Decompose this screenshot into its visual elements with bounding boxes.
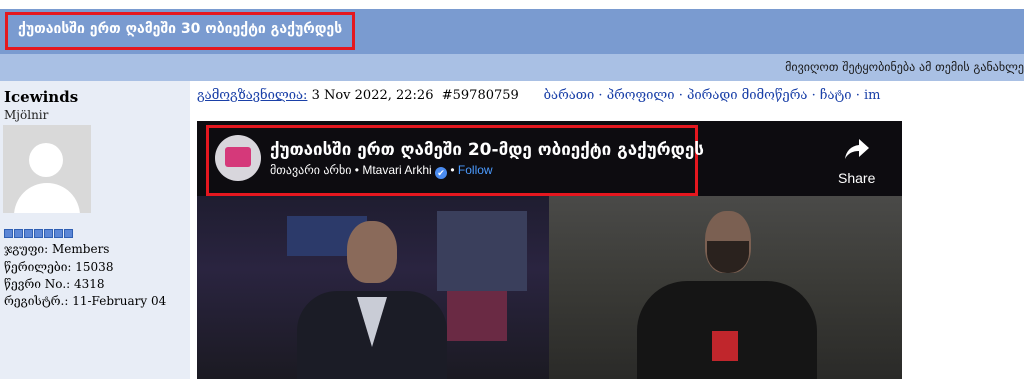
profile-link[interactable]: პროფილი <box>607 88 675 103</box>
user-group: ჯგუფი: Members <box>4 242 110 256</box>
im-link[interactable]: im <box>864 88 881 103</box>
embed-title[interactable]: ქუთაისში ერთ ღამეში 20-მდე ობიექტი გაქურ… <box>270 140 704 160</box>
channel-logo-icon[interactable] <box>215 135 261 181</box>
avatar-body-icon <box>14 183 80 213</box>
rank-pip <box>44 229 53 238</box>
rank-pip <box>24 229 33 238</box>
pm-link[interactable]: პირადი მიმოწერა <box>687 88 808 103</box>
thread-title: ქუთაისში ერთ ღამეში 30 ობიექტი გაქურდეს <box>18 21 343 37</box>
source-name-ka: მთავარი არხი <box>270 163 352 177</box>
rank-pip <box>64 229 73 238</box>
post-header: გამოგზავნილია: 3 Nov 2022, 22:26 #597807… <box>197 88 881 103</box>
rank-pip <box>4 229 13 238</box>
source-name-en[interactable]: Mtavari Arkhi <box>362 163 431 177</box>
post-id-link[interactable]: #59780759 <box>442 88 519 103</box>
embed-source: მთავარი არხი • Mtavari Arkhi ✔ • Follow <box>270 163 493 179</box>
follow-button[interactable]: Follow <box>458 163 493 177</box>
username[interactable]: Icewinds <box>4 88 78 106</box>
rank-pip <box>34 229 43 238</box>
posted-label: გამოგზავნილია: <box>197 88 308 103</box>
rank-pip <box>54 229 63 238</box>
embed-highlight-box <box>206 125 698 196</box>
user-rank-pips <box>4 229 73 239</box>
share-button[interactable]: Share <box>838 170 875 186</box>
share-icon[interactable] <box>844 138 870 160</box>
chat-link[interactable]: ჩატი <box>820 88 852 103</box>
warn-link[interactable]: ბარათი <box>544 88 595 103</box>
user-registered: რეგისტრ.: 11-February 04 <box>4 294 167 308</box>
subscribe-link[interactable]: მივიღოთ შეტყობინება ამ თემის განახლე <box>785 60 1024 74</box>
user-posts: წერილები: 15038 <box>4 260 114 274</box>
posted-date: 3 Nov 2022, 22:26 <box>311 88 434 103</box>
avatar-head-icon <box>29 143 63 177</box>
user-title: Mjölnir <box>4 108 49 122</box>
rank-pip <box>14 229 23 238</box>
avatar <box>3 125 91 213</box>
verified-icon: ✔ <box>435 167 448 179</box>
user-member-no: წევრი No.: 4318 <box>4 277 105 291</box>
